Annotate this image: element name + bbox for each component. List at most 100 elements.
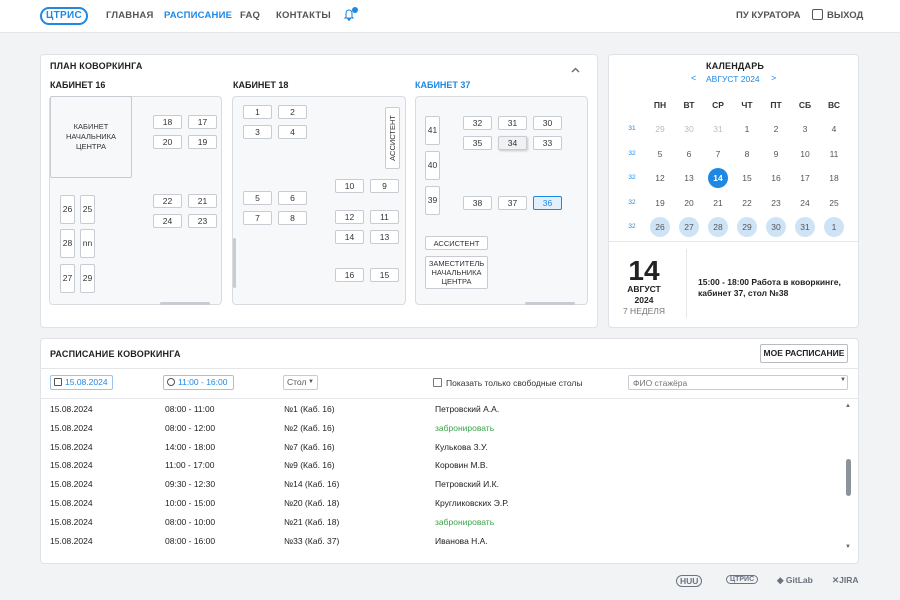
calendar-day[interactable]: 1 <box>824 217 844 237</box>
time-filter[interactable]: 11:00 - 16:00 <box>163 375 234 390</box>
desk-9[interactable]: 9 <box>370 179 399 193</box>
calendar-day[interactable]: 29 <box>650 119 670 139</box>
nav-faq[interactable]: FAQ <box>240 10 260 21</box>
curator-link[interactable]: ПУ КУРАТОРА <box>736 10 801 21</box>
desk-34[interactable]: 34 <box>498 136 527 150</box>
calendar-day[interactable]: 11 <box>824 144 844 164</box>
calendar-day[interactable]: 1 <box>737 119 757 139</box>
desk-39[interactable]: 39 <box>425 186 440 215</box>
ctris-footer-logo[interactable]: ЦТРИС <box>726 575 759 584</box>
nav-home[interactable]: ГЛАВНАЯ <box>106 10 154 21</box>
desk-15[interactable]: 15 <box>370 268 399 282</box>
desk-33[interactable]: 33 <box>533 136 562 150</box>
calendar-day[interactable]: 31 <box>795 217 815 237</box>
desk-40[interactable]: 40 <box>425 151 440 180</box>
calendar-day[interactable]: 24 <box>795 193 815 213</box>
calendar-day[interactable]: 22 <box>737 193 757 213</box>
free-only-checkbox[interactable] <box>433 378 442 387</box>
calendar-day[interactable]: 30 <box>766 217 786 237</box>
desk-13[interactable]: 13 <box>370 230 399 244</box>
calendar-day[interactable]: 20 <box>679 193 699 213</box>
collapse-chevron-icon[interactable] <box>571 65 580 74</box>
calendar-day[interactable]: 21 <box>708 193 728 213</box>
desk-8[interactable]: 8 <box>278 211 307 225</box>
calendar-day[interactable]: 8 <box>737 144 757 164</box>
calendar-day[interactable]: 18 <box>824 168 844 188</box>
gitlab-logo[interactable]: ◆ GitLab <box>777 575 813 586</box>
nav-contacts[interactable]: КОНТАКТЫ <box>276 10 331 21</box>
next-month-button[interactable]: > <box>771 73 776 83</box>
intern-name-input[interactable] <box>628 375 848 390</box>
calendar-day[interactable]: 4 <box>824 119 844 139</box>
scroll-down-icon[interactable]: ▼ <box>845 544 851 550</box>
desk-30[interactable]: 30 <box>533 116 562 130</box>
desk-10[interactable]: 10 <box>335 179 364 193</box>
desk-4[interactable]: 4 <box>278 125 307 139</box>
desk-29[interactable]: 29 <box>80 264 95 293</box>
desk-18[interactable]: 18 <box>153 115 182 129</box>
desk-19[interactable]: 19 <box>188 135 217 149</box>
desk-12[interactable]: 12 <box>335 210 364 224</box>
calendar-day[interactable]: 2 <box>766 119 786 139</box>
jira-logo[interactable]: ✕JIRA <box>832 575 859 586</box>
desk-5[interactable]: 5 <box>243 191 272 205</box>
event-description[interactable]: 15:00 - 18:00 Работа в коворкинге, кабин… <box>698 277 848 299</box>
date-filter[interactable]: 15.08.2024 <box>50 375 113 390</box>
calendar-day[interactable]: 27 <box>679 217 699 237</box>
table-scrollbar-thumb[interactable] <box>846 459 851 496</box>
desk-35[interactable]: 35 <box>463 136 492 150</box>
desk-23[interactable]: 23 <box>188 214 217 228</box>
calendar-day[interactable]: 6 <box>679 144 699 164</box>
desk-27[interactable]: 27 <box>60 264 75 293</box>
my-schedule-button[interactable]: МОЕ РАСПИСАНИЕ <box>760 344 848 363</box>
calendar-day[interactable]: 12 <box>650 168 670 188</box>
desk-41[interactable]: 41 <box>425 116 440 145</box>
desk-24[interactable]: 24 <box>153 214 182 228</box>
calendar-day[interactable]: 31 <box>708 119 728 139</box>
calendar-day[interactable]: 9 <box>766 144 786 164</box>
nav-schedule[interactable]: РАСПИСАНИЕ <box>164 10 232 21</box>
desk-6[interactable]: 6 <box>278 191 307 205</box>
cabinet-37-title[interactable]: КАБИНЕТ 37 <box>415 80 470 90</box>
desk-31[interactable]: 31 <box>498 116 527 130</box>
cabinet-16-scrollbar[interactable] <box>160 302 210 305</box>
calendar-day[interactable]: 14 <box>708 168 728 188</box>
desk-3[interactable]: 3 <box>243 125 272 139</box>
desk-21[interactable]: 21 <box>188 194 217 208</box>
desk-26[interactable]: 26 <box>60 195 75 224</box>
desk-20[interactable]: 20 <box>153 135 182 149</box>
scroll-up-icon[interactable]: ▲ <box>845 403 851 409</box>
calendar-day[interactable]: 28 <box>708 217 728 237</box>
calendar-day[interactable]: 29 <box>737 217 757 237</box>
desk-select[interactable]: Стол ▼ <box>283 375 318 390</box>
desk-1[interactable]: 1 <box>243 105 272 119</box>
calendar-day[interactable]: 5 <box>650 144 670 164</box>
bell-icon[interactable] <box>343 7 358 22</box>
exit-button[interactable]: ВЫХОД <box>812 9 863 21</box>
desk-nn[interactable]: nn <box>80 229 95 258</box>
desk-32[interactable]: 32 <box>463 116 492 130</box>
book-link[interactable]: забронировать <box>435 517 494 527</box>
desk-25[interactable]: 25 <box>80 195 95 224</box>
desk-11[interactable]: 11 <box>370 210 399 224</box>
calendar-day[interactable]: 16 <box>766 168 786 188</box>
desk-7[interactable]: 7 <box>243 211 272 225</box>
desk-16[interactable]: 16 <box>335 268 364 282</box>
desk-38[interactable]: 38 <box>463 196 492 210</box>
desk-36[interactable]: 36 <box>533 196 562 210</box>
calendar-day[interactable]: 13 <box>679 168 699 188</box>
cabinet-18-scrollbar[interactable] <box>233 238 236 288</box>
calendar-day[interactable]: 19 <box>650 193 670 213</box>
desk-37[interactable]: 37 <box>498 196 527 210</box>
desk-28[interactable]: 28 <box>60 229 75 258</box>
desk-14[interactable]: 14 <box>335 230 364 244</box>
calendar-day[interactable]: 26 <box>650 217 670 237</box>
huu-logo[interactable]: HUU <box>676 575 703 587</box>
calendar-day[interactable]: 25 <box>824 193 844 213</box>
ctris-logo[interactable]: ЦТРИС <box>40 7 88 25</box>
calendar-day[interactable]: 7 <box>708 144 728 164</box>
book-link[interactable]: забронировать <box>435 423 494 433</box>
calendar-day[interactable]: 15 <box>737 168 757 188</box>
intern-dropdown-arrow-icon[interactable]: ▼ <box>840 377 846 383</box>
desk-22[interactable]: 22 <box>153 194 182 208</box>
